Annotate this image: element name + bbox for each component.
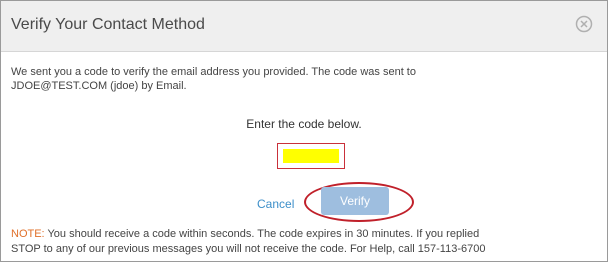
- verification-message: We sent you a code to verify the email a…: [11, 65, 571, 93]
- code-input-highlight: [283, 149, 339, 163]
- code-prompt: Enter the code below.: [246, 117, 362, 131]
- note-line-2: STOP to any of our previous messages you…: [11, 243, 486, 255]
- verify-button[interactable]: Verify: [321, 187, 389, 215]
- message-line-2: JDOE@TEST.COM (jdoe) by Email.: [11, 80, 187, 92]
- close-circle-icon[interactable]: [575, 15, 593, 33]
- verification-code-input[interactable]: [277, 143, 345, 169]
- dialog-header: Verify Your Contact Method: [1, 1, 607, 52]
- message-line-1: We sent you a code to verify the email a…: [11, 66, 416, 78]
- dialog-title: Verify Your Contact Method: [11, 16, 205, 33]
- note-label: NOTE:: [11, 228, 45, 240]
- note-line-1: You should receive a code within seconds…: [44, 228, 480, 240]
- note-text: NOTE: You should receive a code within s…: [11, 227, 607, 257]
- verify-contact-dialog: Verify Your Contact Method We sent you a…: [0, 0, 608, 262]
- cancel-link[interactable]: Cancel: [257, 197, 294, 211]
